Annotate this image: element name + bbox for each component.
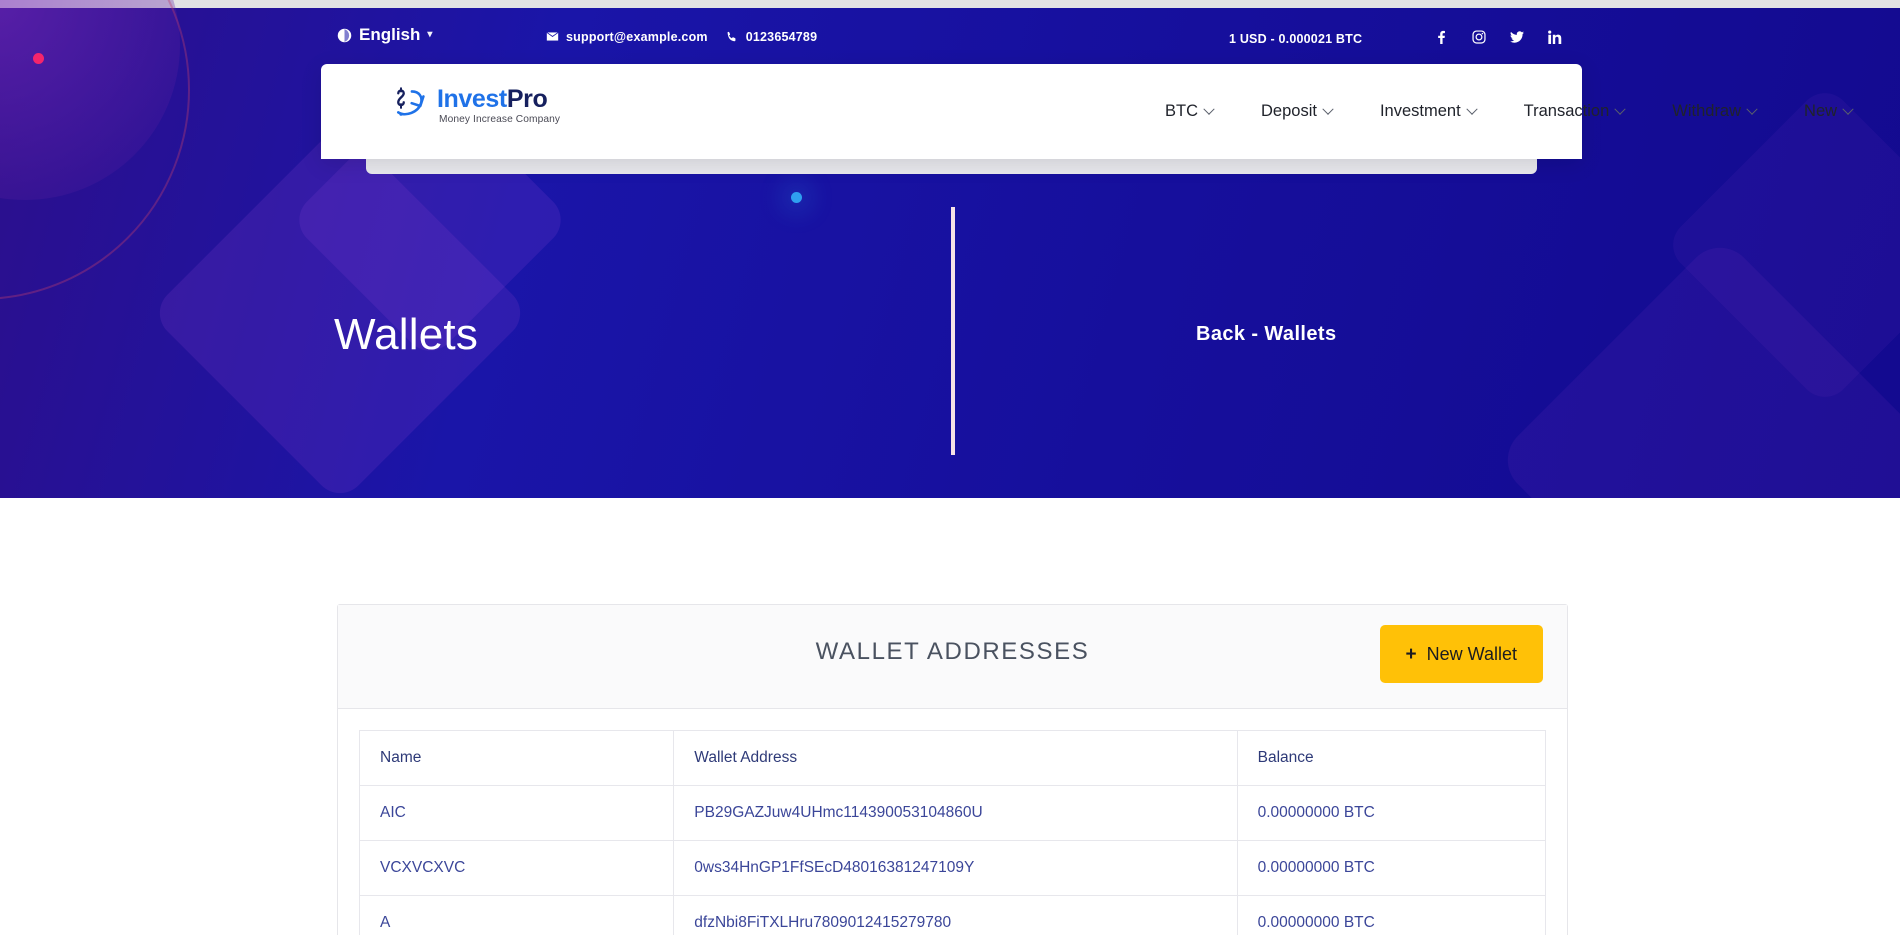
btc-rate: 1 USD - 0.000021 BTC [1229, 32, 1362, 46]
nav-item-transaction[interactable]: Transaction [1500, 102, 1649, 121]
nav-label-withdraw: Withdraw [1672, 102, 1741, 121]
twitter-icon[interactable] [1510, 30, 1524, 44]
chevron-down-icon [1466, 103, 1477, 114]
language-label: English [359, 25, 420, 45]
chevron-down-icon [1842, 103, 1853, 114]
email-text: support@example.com [566, 30, 708, 44]
phone-icon [726, 31, 739, 44]
email-contact[interactable]: support@example.com [546, 30, 708, 44]
card-header: WALLET ADDRESSES + New Wallet [338, 605, 1567, 709]
table-wrapper: Name Wallet Address Balance AIC PB29GAZJ… [338, 709, 1567, 935]
decor-dot-blue [791, 192, 802, 203]
brand-name-secondary: Pro [507, 85, 547, 113]
main-navigation: BTC Deposit Investment Transaction Withd… [1141, 64, 1876, 159]
nav-item-deposit[interactable]: Deposit [1237, 102, 1356, 121]
table-row[interactable]: VCXVCXVC 0ws34HnGP1FfSEcD48016381247109Y… [360, 841, 1546, 896]
page-root: English ▾ support@example.com [0, 0, 1900, 935]
column-header-balance[interactable]: Balance [1237, 731, 1545, 786]
cell-address: 0ws34HnGP1FfSEcD48016381247109Y [674, 841, 1237, 896]
nav-item-new[interactable]: New [1780, 102, 1876, 121]
table-header-row: Name Wallet Address Balance [360, 731, 1546, 786]
brand-name: InvestPro [437, 87, 560, 112]
nav-label-new: New [1804, 102, 1837, 121]
site-header: InvestPro Money Increase Company BTC Dep… [321, 64, 1582, 159]
phone-contact[interactable]: 0123654789 [726, 30, 818, 44]
nav-label-transaction: Transaction [1524, 102, 1610, 121]
new-wallet-button[interactable]: + New Wallet [1380, 625, 1543, 683]
chevron-down-icon [1322, 103, 1333, 114]
chevron-down-icon [1746, 103, 1757, 114]
nav-item-investment[interactable]: Investment [1356, 102, 1500, 121]
social-links [1434, 30, 1562, 44]
wallets-table: Name Wallet Address Balance AIC PB29GAZJ… [359, 730, 1546, 935]
wallets-table-head: Name Wallet Address Balance [360, 731, 1546, 786]
chevron-down-icon [1615, 103, 1626, 114]
main-content: WALLET ADDRESSES + New Wallet Name Walle… [0, 498, 1900, 935]
cell-name: A [360, 896, 674, 935]
table-row[interactable]: A dfzNbi8FiTXLHru7809012415279780 0.0000… [360, 896, 1546, 935]
top-grey-strip [0, 0, 1900, 8]
globe-icon [337, 28, 352, 43]
cell-name: AIC [360, 786, 674, 841]
contact-info: support@example.com 0123654789 [546, 30, 817, 44]
wallets-table-body: AIC PB29GAZJuw4UHmc114390053104860U 0.00… [360, 786, 1546, 935]
envelope-icon [546, 31, 559, 44]
language-selector[interactable]: English ▾ [337, 25, 432, 45]
column-header-wallet-address[interactable]: Wallet Address [674, 731, 1237, 786]
instagram-icon[interactable] [1472, 30, 1486, 44]
wallet-addresses-card: WALLET ADDRESSES + New Wallet Name Walle… [337, 604, 1568, 935]
column-header-name[interactable]: Name [360, 731, 674, 786]
hero-vertical-divider [951, 207, 955, 455]
new-wallet-button-label: New Wallet [1427, 644, 1517, 665]
cell-balance: 0.00000000 BTC [1237, 896, 1545, 935]
chevron-down-icon: ▾ [427, 30, 432, 40]
phone-text: 0123654789 [746, 30, 818, 44]
breadcrumb: Back - Wallets [1196, 323, 1336, 346]
nav-item-btc[interactable]: BTC [1141, 102, 1237, 121]
linkedin-icon[interactable] [1548, 30, 1562, 44]
cell-name: VCXVCXVC [360, 841, 674, 896]
nav-label-investment: Investment [1380, 102, 1461, 121]
brand-text: InvestPro Money Increase Company [437, 87, 560, 125]
cell-address: dfzNbi8FiTXLHru7809012415279780 [674, 896, 1237, 935]
facebook-icon[interactable] [1434, 30, 1448, 44]
nav-item-withdraw[interactable]: Withdraw [1648, 102, 1780, 121]
page-title: Wallets [334, 310, 478, 360]
cell-balance: 0.00000000 BTC [1237, 841, 1545, 896]
table-row[interactable]: AIC PB29GAZJuw4UHmc114390053104860U 0.00… [360, 786, 1546, 841]
plus-icon: + [1406, 645, 1417, 664]
nav-label-deposit: Deposit [1261, 102, 1317, 121]
chevron-down-icon [1203, 103, 1214, 114]
brand-tagline: Money Increase Company [439, 115, 560, 125]
topbar: English ▾ support@example.com [0, 8, 1900, 64]
dollar-arrow-icon [391, 86, 431, 126]
brand-logo[interactable]: InvestPro Money Increase Company [391, 86, 560, 126]
nav-label-btc: BTC [1165, 102, 1198, 121]
cell-balance: 0.00000000 BTC [1237, 786, 1545, 841]
cell-address: PB29GAZJuw4UHmc114390053104860U [674, 786, 1237, 841]
brand-name-primary: Invest [437, 85, 507, 113]
